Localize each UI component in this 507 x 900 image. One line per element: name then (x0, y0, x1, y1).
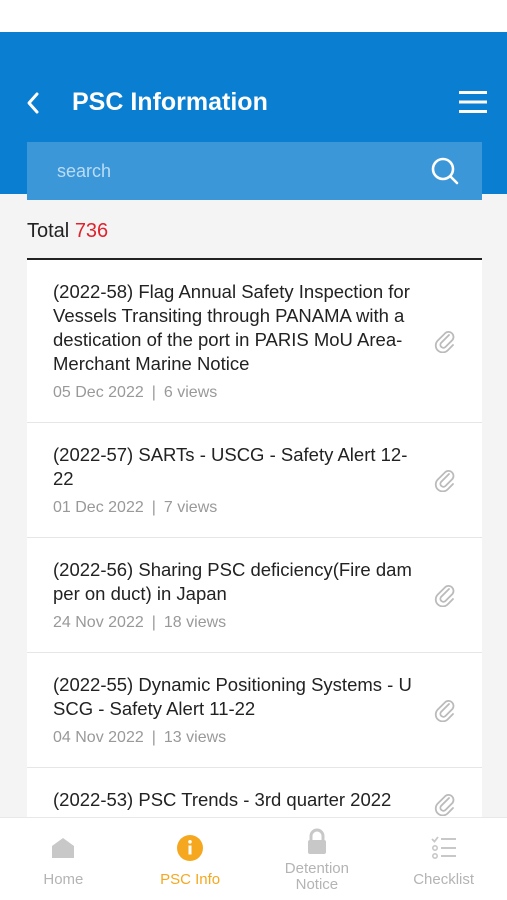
list-item[interactable]: (2022-55) Dynamic Positioning Systems - … (27, 653, 482, 768)
page-title: PSC Information (72, 88, 268, 116)
tab-label: Detention Notice (284, 860, 349, 893)
item-meta: 24 Nov 2022 | 18 views (53, 614, 412, 632)
back-button[interactable] (22, 86, 44, 120)
item-date: 01 Dec 2022 (53, 499, 144, 516)
total-count: 736 (74, 220, 109, 242)
item-meta: 05 Dec 2022 | 6 views (53, 384, 412, 402)
item-date: 05 Dec 2022 (53, 384, 144, 401)
total-count-row: Total 736 (27, 220, 108, 243)
item-title: (2022-55) Dynamic Positioning Systems - … (53, 674, 412, 719)
item-title: (2022-58) Flag Annual Safety Inspection … (53, 281, 410, 374)
item-date: 04 Nov 2022 (53, 729, 144, 746)
search-input[interactable] (27, 142, 407, 200)
search-bar (27, 142, 482, 200)
hamburger-icon (459, 91, 487, 119)
paperclip-icon (434, 329, 456, 354)
item-views: 6 views (163, 384, 218, 401)
tab-checklist[interactable]: Checklist (380, 818, 507, 900)
item-date: 24 Nov 2022 (53, 614, 144, 631)
tab-psc-info[interactable]: PSC Info (127, 818, 254, 900)
home-icon (49, 834, 77, 862)
item-views: 18 views (163, 614, 227, 631)
tab-home[interactable]: Home (0, 818, 127, 900)
bottom-tab-bar: Home PSC Info Detention Notice Checklist (0, 817, 507, 900)
tab-label: PSC Info (160, 871, 221, 888)
item-title: (2022-56) Sharing PSC deficiency(Fire da… (53, 559, 412, 604)
paperclip-icon (434, 698, 456, 723)
item-meta: 01 Dec 2022 | 7 views (53, 499, 412, 517)
paperclip-icon (434, 468, 456, 493)
search-icon[interactable] (430, 156, 460, 186)
info-icon (176, 834, 204, 862)
item-views: 13 views (163, 729, 227, 746)
total-label: Total (27, 220, 70, 242)
item-meta: 04 Nov 2022 | 13 views (53, 729, 412, 747)
item-views: 7 views (163, 499, 218, 516)
list-item[interactable]: (2022-57) SARTs - USCG - Safety Alert 12… (27, 423, 482, 538)
list-item[interactable]: (2022-56) Sharing PSC deficiency(Fire da… (27, 538, 482, 653)
paperclip-icon (434, 792, 456, 817)
tab-label: Home (43, 871, 84, 888)
list-item[interactable]: (2022-58) Flag Annual Safety Inspection … (27, 260, 482, 423)
lock-icon (303, 828, 331, 856)
meta-separator: | (151, 729, 156, 746)
checklist-icon (430, 834, 458, 862)
item-title: (2022-53) PSC Trends - 3rd quarter 2022 (53, 789, 392, 810)
meta-separator: | (151, 499, 156, 516)
tab-detention-notice[interactable]: Detention Notice (254, 818, 381, 900)
status-bar (0, 0, 507, 32)
notice-list: (2022-58) Flag Annual Safety Inspection … (27, 258, 482, 841)
paperclip-icon (434, 583, 456, 608)
menu-button[interactable] (459, 89, 487, 115)
tab-label: Checklist (413, 871, 475, 888)
app-header: PSC Information (0, 32, 507, 200)
chevron-left-icon (22, 86, 44, 120)
item-title: (2022-57) SARTs - USCG - Safety Alert 12… (53, 444, 408, 489)
meta-separator: | (151, 384, 156, 401)
meta-separator: | (151, 614, 156, 631)
